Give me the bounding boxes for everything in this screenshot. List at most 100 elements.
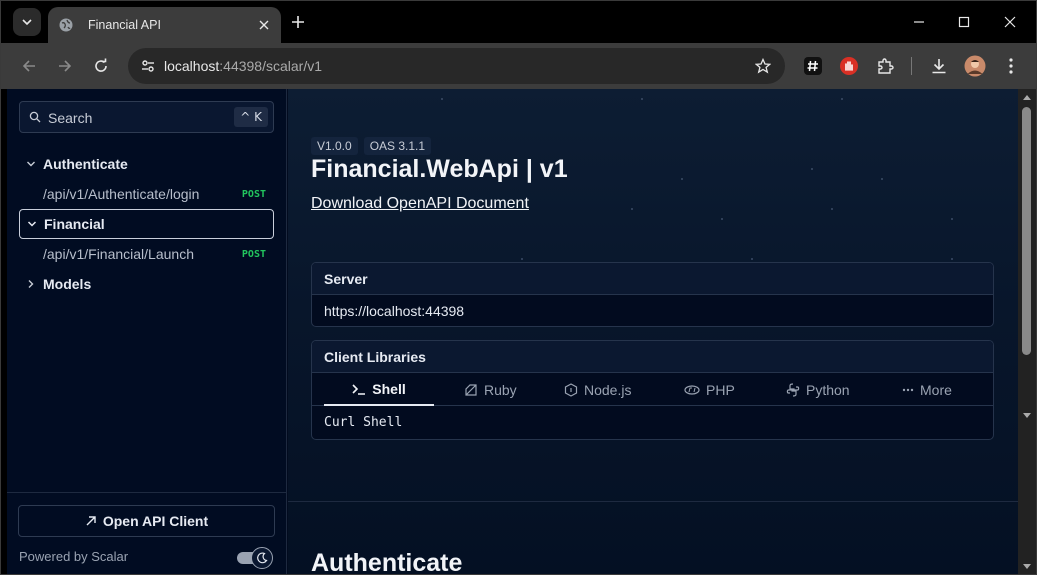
chevron-down-icon [22,19,32,26]
oas-badge: OAS 3.1.1 [363,137,432,155]
chevron-down-icon [19,159,43,169]
tab-shell[interactable]: Shell [324,373,434,406]
powered-by-text: Powered by Scalar [19,549,129,564]
more-menu-icon[interactable] [999,54,1023,78]
tab-label: Ruby [484,381,517,398]
url-text: localhost:44398/scalar/v1 [164,58,322,74]
version-badge: V1.0.0 [311,137,358,155]
address-bar[interactable]: localhost:44398/scalar/v1 [128,48,785,84]
star-dot [811,168,813,170]
close-window-button[interactable] [996,8,1024,36]
stop-hand-extension-icon[interactable] [837,54,861,78]
close-tab-icon[interactable] [255,16,273,34]
star-dot [441,98,443,100]
client-tabs: Shell Ruby Node.js PHP Python More [312,373,993,406]
page-title: Financial.WebApi | v1 [311,155,568,183]
star-dot [641,98,643,100]
open-api-client-label: Open API Client [102,513,209,529]
tab-python[interactable]: Python [786,373,850,406]
star-dot [841,98,843,100]
scroll-up-icon[interactable] [1022,93,1032,101]
tab-ruby[interactable]: Ruby [464,373,517,406]
sidebar-group-models[interactable]: Models [19,269,274,299]
ruby-icon [465,383,477,396]
star-dot [631,208,633,210]
tab-search-button[interactable] [13,8,41,36]
browser-toolbar: localhost:44398/scalar/v1 [1,43,1036,89]
scrollbar-thumb[interactable] [1022,107,1031,355]
search-icon [29,111,41,123]
scroll-down-icon[interactable] [1022,412,1032,420]
reload-icon [95,58,107,72]
arrow-up-right-icon [86,516,96,526]
plus-icon [292,16,304,28]
client-libraries-card: Client Libraries Shell Ruby Node.js PHP … [311,340,994,440]
section-divider [288,501,1018,502]
close-icon [1004,16,1016,28]
globe-icon [58,17,74,33]
moon-icon [251,547,273,569]
star-dot [881,178,883,180]
server-card: Server https://localhost:44398 [311,262,994,327]
ellipsis-icon [902,388,914,391]
sidebar-group-authenticate[interactable]: Authenticate [19,149,274,179]
star-dot [751,258,753,260]
chevron-down-icon [20,219,44,229]
browser-tab[interactable]: Financial API [48,7,281,43]
tab-title: Financial API [88,18,161,32]
hashtag-extension-icon[interactable] [801,54,825,78]
bookmark-star-icon[interactable] [753,56,773,76]
nodejs-icon [564,382,578,397]
star-dot [951,258,953,260]
arrow-right-icon [59,60,72,72]
sidebar-footer: Open API Client Powered by Scalar [7,492,287,574]
sidebar-item-authenticate-login[interactable]: /api/v1/Authenticate/login POST [43,179,274,209]
sidebar-group-label: Models [43,276,92,292]
tab-label: Shell [372,380,406,397]
puzzle-extensions-icon[interactable] [873,54,897,78]
tab-php[interactable]: PHP [684,373,735,406]
forward-button[interactable] [51,52,79,80]
sidebar-group-label: Authenticate [43,156,128,172]
tab-label: PHP [706,381,735,398]
maximize-button[interactable] [950,8,978,36]
php-icon [684,384,700,395]
post-method-badge: POST [241,248,266,260]
search-placeholder: Search [48,110,93,126]
vertical-scrollbar[interactable] [1018,89,1036,574]
version-badges: V1.0.0 OAS 3.1.1 [311,137,432,155]
main-content: V1.0.0 OAS 3.1.1 Financial.WebApi | v1 D… [288,89,1018,575]
download-openapi-link[interactable]: Download OpenAPI Document [311,195,529,213]
site-info-icon[interactable] [134,52,162,80]
star-dot [721,218,723,220]
sidebar: Search ^ K Authenticate /api/v1/Authenti… [7,89,287,574]
star-dot [951,218,953,220]
tab-strip: Financial API [1,1,1036,43]
reload-button[interactable] [87,52,115,80]
python-icon [786,382,800,397]
profile-avatar[interactable] [963,54,987,78]
chevron-right-icon [19,279,43,289]
sidebar-item-financial-launch[interactable]: /api/v1/Financial/Launch POST [43,239,274,269]
sidebar-item-label: /api/v1/Authenticate/login [43,186,200,202]
minimize-button[interactable] [905,8,933,36]
tab-more[interactable]: More [902,373,952,406]
maximize-icon [958,16,970,28]
sidebar-group-financial[interactable]: Financial [19,209,274,239]
open-api-client-button[interactable]: Open API Client [18,505,275,537]
tab-label: Node.js [584,381,632,398]
search-input[interactable]: Search ^ K [19,101,274,133]
tab-nodejs[interactable]: Node.js [564,373,631,406]
back-button[interactable] [15,52,43,80]
server-url[interactable]: https://localhost:44398 [312,295,993,326]
client-libraries-label: Client Libraries [312,341,993,373]
client-variant-selector[interactable]: Curl Shell [312,406,993,439]
dark-mode-toggle[interactable] [237,547,275,569]
server-label: Server [312,263,993,295]
scroll-down-icon[interactable] [1022,563,1032,571]
section-heading: Authenticate [311,549,463,575]
minimize-icon [914,21,924,23]
new-tab-button[interactable] [288,12,308,32]
download-icon[interactable] [927,54,951,78]
browser-window: Financial API localhost:44398/scalar/v1 … [0,0,1037,575]
